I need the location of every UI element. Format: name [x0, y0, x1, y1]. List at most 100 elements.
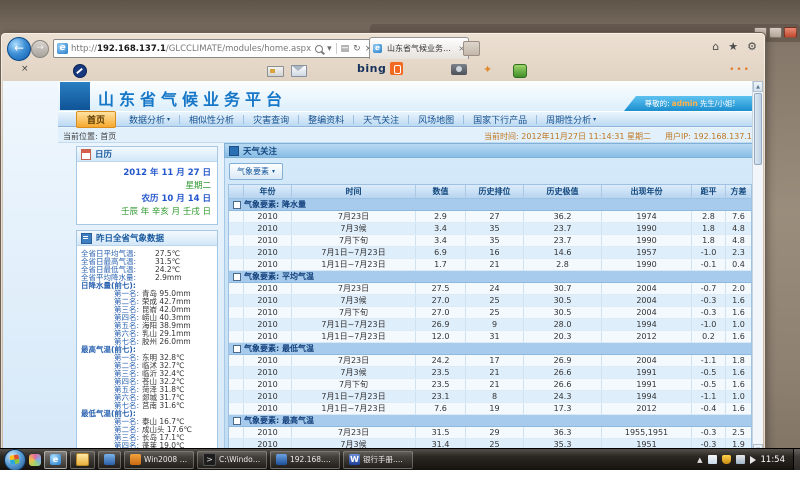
table-cell: -1.1	[692, 355, 726, 366]
scroll-up-icon[interactable]: ▲	[753, 81, 763, 92]
column-header-2: 时间	[292, 185, 416, 198]
maximize-icon[interactable]	[769, 27, 782, 38]
camera-icon[interactable]	[451, 64, 467, 75]
table-row: 20107月3候27.02530.52004-0.31.6	[229, 295, 751, 307]
table-cell: -1.1	[692, 391, 726, 402]
table-cell: 30.5	[524, 307, 602, 318]
clock[interactable]: 11:54	[761, 455, 786, 465]
nav-item-2[interactable]: 数据分析▾	[120, 113, 179, 126]
table-group-row[interactable]: 气象要素: 降水量	[229, 199, 751, 211]
green-app-icon[interactable]	[513, 64, 527, 78]
table-cell: 26.9	[416, 319, 466, 330]
group-checkbox[interactable]	[233, 273, 241, 281]
table-row: 20107月1日~7月23日23.1824.31994-1.11.0	[229, 391, 751, 403]
table-cell: 1.8	[726, 355, 751, 366]
network-icon[interactable]	[736, 455, 745, 464]
chevron-down-icon[interactable]: ▾	[327, 44, 332, 54]
nav-item-6[interactable]: 天气关注	[354, 113, 408, 126]
table-cell: 2.8	[524, 259, 602, 270]
chevron-down-icon: ▾	[593, 116, 596, 123]
nav-item-5[interactable]: 整编资料	[299, 113, 353, 126]
group-label: 气象要素: 平均气温	[244, 271, 751, 282]
taskbar-button-4[interactable]: Win2008 (VS2...	[124, 451, 194, 469]
table-row: 20107月3候3.43523.719901.84.8	[229, 223, 751, 235]
table-cell: 2.9	[416, 211, 466, 222]
main-panel: 天气关注 气象要素 ▾ 年份时间数值历史排位历史极值出现年份距平方差气象要素: …	[224, 143, 756, 455]
table-cell: 23.5	[416, 367, 466, 378]
new-tab-button[interactable]	[463, 41, 480, 56]
show-desktop-button[interactable]	[793, 449, 800, 471]
forward-button[interactable]: →	[31, 40, 49, 58]
ie-icon: e	[50, 454, 61, 465]
table-cell: 7月23日	[292, 283, 416, 294]
table-cell: 4.8	[726, 235, 751, 246]
scrollbar-thumb[interactable]	[754, 93, 762, 165]
taskbar-button-7[interactable]: W银行手册.docx ..	[343, 451, 413, 469]
action-center-flag-icon[interactable]	[708, 455, 717, 464]
table-cell: 28.0	[524, 319, 602, 330]
toolbar-close-icon[interactable]: ×	[21, 64, 29, 74]
card-extension-icon[interactable]	[267, 66, 284, 77]
table-row: 20101月1日~7月23日7.61917.32012-0.41.6	[229, 403, 751, 415]
start-button[interactable]	[4, 449, 26, 471]
table-cell: 1991	[602, 367, 692, 378]
bing-badge-icon[interactable]	[390, 62, 403, 75]
taskbar-button-label: 银行手册.docx ..	[363, 454, 407, 465]
browser-tab[interactable]: e 山东省气候业务平... ×	[369, 37, 469, 59]
compatibility-view-icon[interactable]: ▤	[341, 44, 350, 54]
vertical-scrollbar[interactable]: ▲ ▼	[752, 81, 763, 455]
taskbar-button-2[interactable]	[70, 451, 95, 469]
home-icon[interactable]: ⌂	[712, 40, 719, 53]
toolbar-overflow-dots[interactable]: •••	[729, 65, 751, 75]
element-filter-button[interactable]: 气象要素 ▾	[229, 163, 283, 180]
address-bar[interactable]: e http://192.168.137.1/GLCCLIMATE/module…	[53, 39, 371, 58]
bing-logo[interactable]: bing	[357, 62, 386, 75]
table-cell: 2010	[244, 235, 292, 246]
security-shield-icon[interactable]	[722, 455, 731, 464]
nav-item-9[interactable]: 周期性分析▾	[537, 113, 605, 126]
nav-item-4[interactable]: 灾害查询	[244, 113, 298, 126]
favorites-star-icon[interactable]: ★	[728, 40, 738, 53]
taskbar-button-1[interactable]: e	[44, 451, 67, 469]
table-cell: 26.9	[524, 355, 602, 366]
table-group-row[interactable]: 气象要素: 最高气温	[229, 415, 751, 427]
folder-icon	[76, 453, 89, 466]
table-cell: 2010	[244, 367, 292, 378]
tools-gear-icon[interactable]: ⚙	[747, 40, 757, 53]
calendar-panel-title: 日历	[95, 148, 112, 160]
table-cell: 7月23日	[292, 427, 416, 438]
close-icon[interactable]	[784, 27, 797, 38]
table-header-row: 年份时间数值历史排位历史极值出现年份距平方差	[229, 185, 751, 199]
nav-item-1[interactable]: 首页	[76, 111, 116, 128]
nav-item-3[interactable]: 相似性分析	[180, 113, 243, 126]
table-group-row[interactable]: 气象要素: 平均气温	[229, 271, 751, 283]
group-checkbox[interactable]	[233, 201, 241, 209]
mail-extension-icon[interactable]	[291, 65, 307, 77]
spark-icon[interactable]: ✦	[483, 63, 492, 76]
gadget-icon[interactable]	[29, 454, 41, 466]
taskbar-button-3[interactable]	[98, 451, 121, 469]
table-cell: 2010	[244, 403, 292, 414]
table-row: 20107月下旬3.43523.719901.84.8	[229, 235, 751, 247]
table-cell: 30.7	[524, 283, 602, 294]
table-cell: 7月1日~7月23日	[292, 247, 416, 258]
group-label: 气象要素: 最低气温	[244, 343, 751, 354]
table-group-row[interactable]: 气象要素: 最低气温	[229, 343, 751, 355]
group-checkbox[interactable]	[233, 345, 241, 353]
nav-bar: 首页数据分析▾相似性分析灾害查询整编资料天气关注风场地图国家下行产品周期性分析▾	[58, 111, 756, 127]
group-checkbox[interactable]	[233, 417, 241, 425]
table-cell: 1.8	[692, 223, 726, 234]
hidden-icons-caret[interactable]: ▲	[697, 456, 702, 464]
breadcrumb-bar: 当前位置: 首页 当前时间: 2012年11月27日 11:14:31 星期二 …	[58, 128, 756, 143]
tab-title: 山东省气候业务平...	[387, 43, 456, 54]
nav-item-7[interactable]: 风场地图	[409, 113, 463, 126]
taskbar-button-5[interactable]: >C:\Windows\s...	[197, 451, 267, 469]
taskbar-button-6[interactable]: 192.168.58.99...	[270, 451, 340, 469]
volume-icon[interactable]	[750, 456, 756, 464]
blocked-icon[interactable]	[73, 64, 87, 78]
refresh-icon[interactable]: ↻	[353, 44, 361, 54]
back-button[interactable]: ←	[7, 37, 31, 61]
nav-item-8[interactable]: 国家下行产品	[464, 113, 536, 126]
page-title: 山东省气候业务平台	[98, 86, 287, 110]
search-icon[interactable]	[315, 45, 323, 53]
